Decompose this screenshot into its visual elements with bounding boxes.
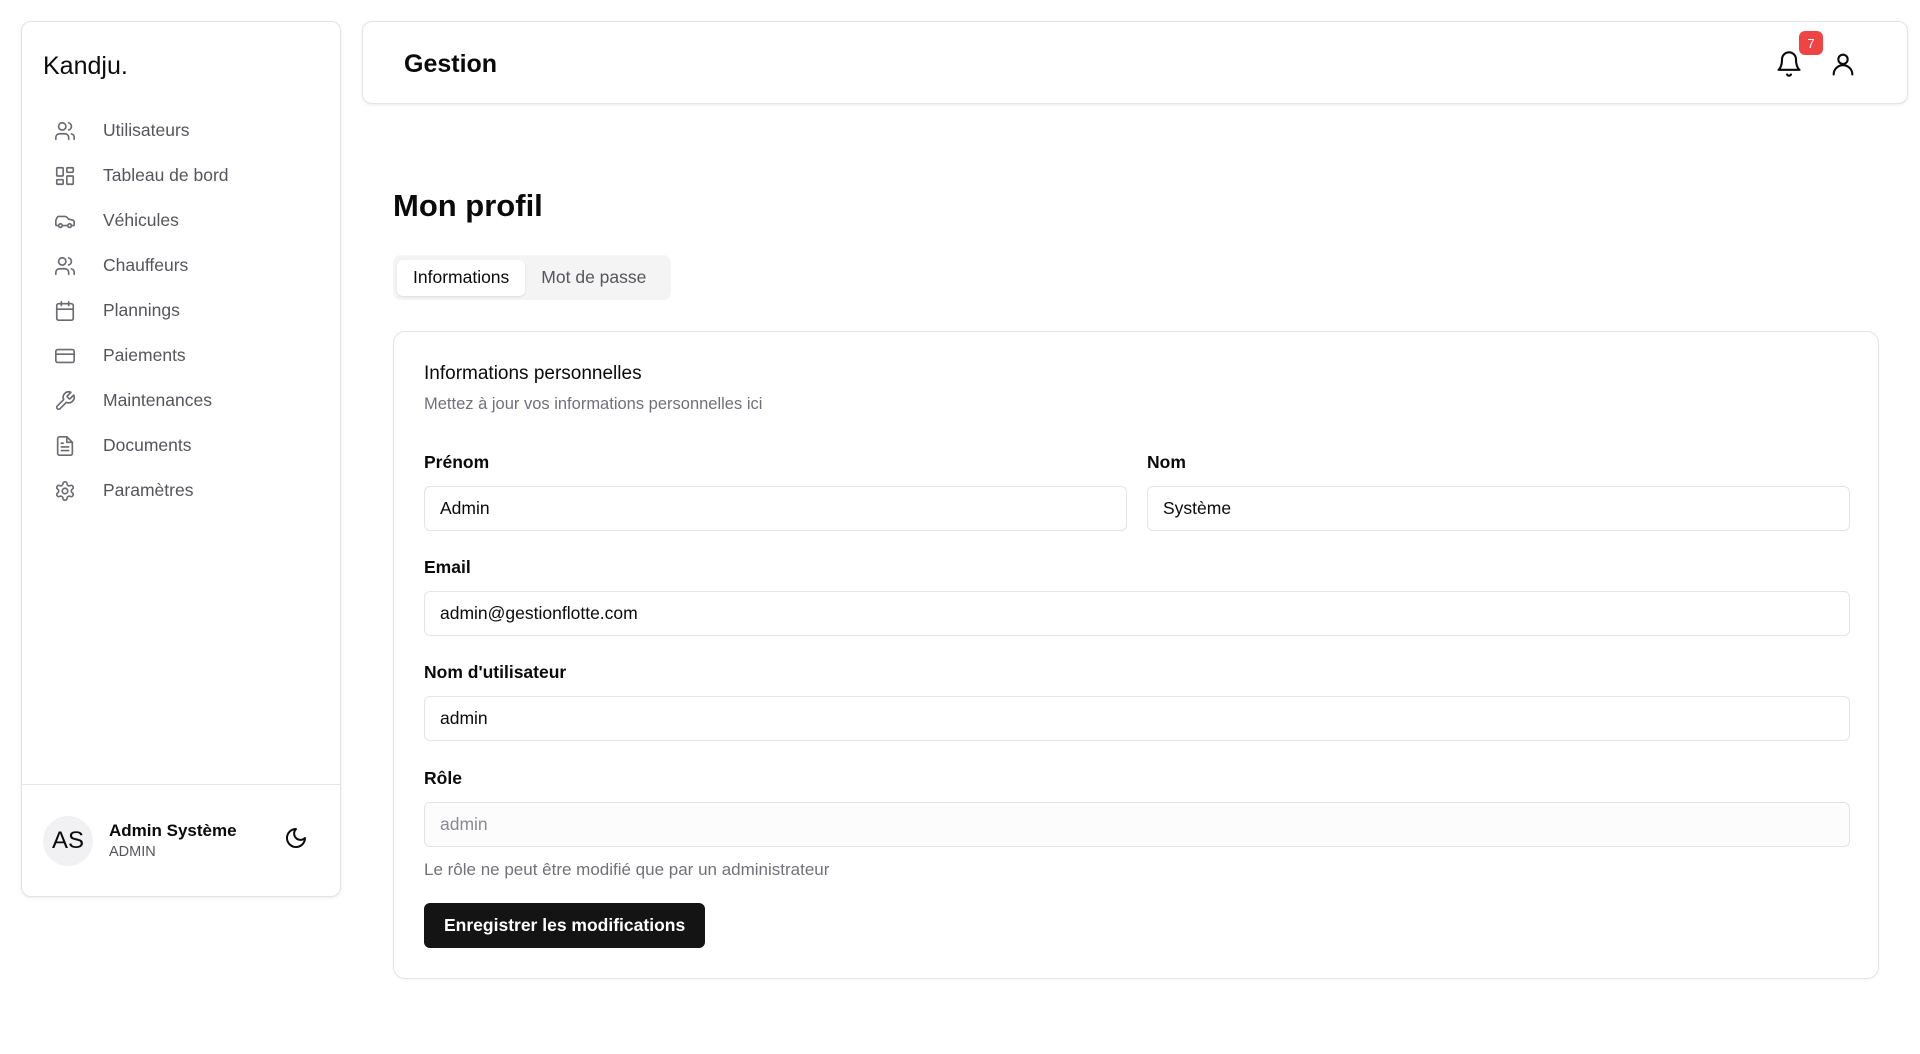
calendar-icon xyxy=(53,299,77,323)
header-title: Gestion xyxy=(404,50,498,78)
notifications-button[interactable] xyxy=(1775,50,1803,78)
card-description: Mettez à jour vos informations personnel… xyxy=(424,395,763,413)
sidebar-user-panel: AS Admin Système ADMIN xyxy=(22,784,340,896)
sidebar-item-chauffeurs[interactable]: Chauffeurs xyxy=(22,243,340,288)
sidebar-item-label: Paiements xyxy=(103,345,186,365)
sidebar-item-maintenances[interactable]: Maintenances xyxy=(22,378,340,423)
profile-tabs: Informations Mot de passe xyxy=(393,255,671,300)
theme-toggle-button[interactable] xyxy=(282,827,310,855)
user-info: Admin Système ADMIN xyxy=(109,821,237,860)
brand-logo: Kandju. xyxy=(43,52,128,80)
sidebar-item-label: Plannings xyxy=(103,300,180,320)
sidebar-item-parametres[interactable]: Paramètres xyxy=(22,468,340,513)
username-label: Nom d'utilisateur xyxy=(424,662,567,682)
moon-icon xyxy=(284,826,308,855)
sidebar-item-label: Véhicules xyxy=(103,210,179,230)
avatar: AS xyxy=(43,815,93,866)
role-hint: Le rôle ne peut être modifié que par un … xyxy=(424,860,830,879)
last-name-field[interactable] xyxy=(1147,486,1850,531)
sidebar-item-label: Maintenances xyxy=(103,390,212,410)
dashboard-icon xyxy=(53,164,77,188)
tab-mot-de-passe[interactable]: Mot de passe xyxy=(525,260,662,296)
role-field xyxy=(424,802,1850,847)
username-field[interactable] xyxy=(424,696,1850,741)
role-label: Rôle xyxy=(424,768,462,788)
sidebar-item-label: Chauffeurs xyxy=(103,255,189,275)
sidebar-nav: Utilisateurs Tableau de bord Véhicules C… xyxy=(22,108,340,513)
sidebar: Kandju. Utilisateurs Tableau de bord Véh… xyxy=(21,21,341,897)
sidebar-item-vehicules[interactable]: Véhicules xyxy=(22,198,340,243)
sidebar-item-documents[interactable]: Documents xyxy=(22,423,340,468)
last-name-label: Nom xyxy=(1147,452,1186,472)
sidebar-item-label: Tableau de bord xyxy=(103,165,229,185)
sidebar-item-utilisateurs[interactable]: Utilisateurs xyxy=(22,108,340,153)
email-label: Email xyxy=(424,557,471,577)
wrench-icon xyxy=(53,389,77,413)
page-title: Mon profil xyxy=(393,188,543,223)
bell-icon xyxy=(1775,51,1803,82)
first-name-label: Prénom xyxy=(424,452,490,472)
user-menu-button[interactable] xyxy=(1829,50,1857,78)
users-icon xyxy=(53,254,77,278)
tab-informations[interactable]: Informations xyxy=(397,259,526,296)
sidebar-item-tableau-de-bord[interactable]: Tableau de bord xyxy=(22,153,340,198)
first-name-field[interactable] xyxy=(424,486,1127,531)
card-title: Informations personnelles xyxy=(424,363,642,384)
file-text-icon xyxy=(53,434,77,458)
user-role: ADMIN xyxy=(109,844,156,860)
users-icon xyxy=(53,119,77,143)
credit-card-icon xyxy=(53,344,77,368)
personal-info-card: Informations personnelles Mettez à jour … xyxy=(393,331,1879,979)
email-field[interactable] xyxy=(424,591,1850,636)
sidebar-item-label: Documents xyxy=(103,435,192,455)
car-icon xyxy=(53,209,77,233)
notification-badge: 7 xyxy=(1799,31,1823,55)
user-name: Admin Système xyxy=(109,821,237,840)
sidebar-item-label: Paramètres xyxy=(103,480,194,500)
top-header: Gestion 7 xyxy=(362,21,1908,104)
gear-icon xyxy=(53,479,77,503)
sidebar-item-paiements[interactable]: Paiements xyxy=(22,333,340,378)
user-icon xyxy=(1829,53,1857,82)
save-button[interactable]: Enregistrer les modifications xyxy=(424,903,706,948)
sidebar-item-label: Utilisateurs xyxy=(103,120,190,140)
sidebar-item-plannings[interactable]: Plannings xyxy=(22,288,340,333)
